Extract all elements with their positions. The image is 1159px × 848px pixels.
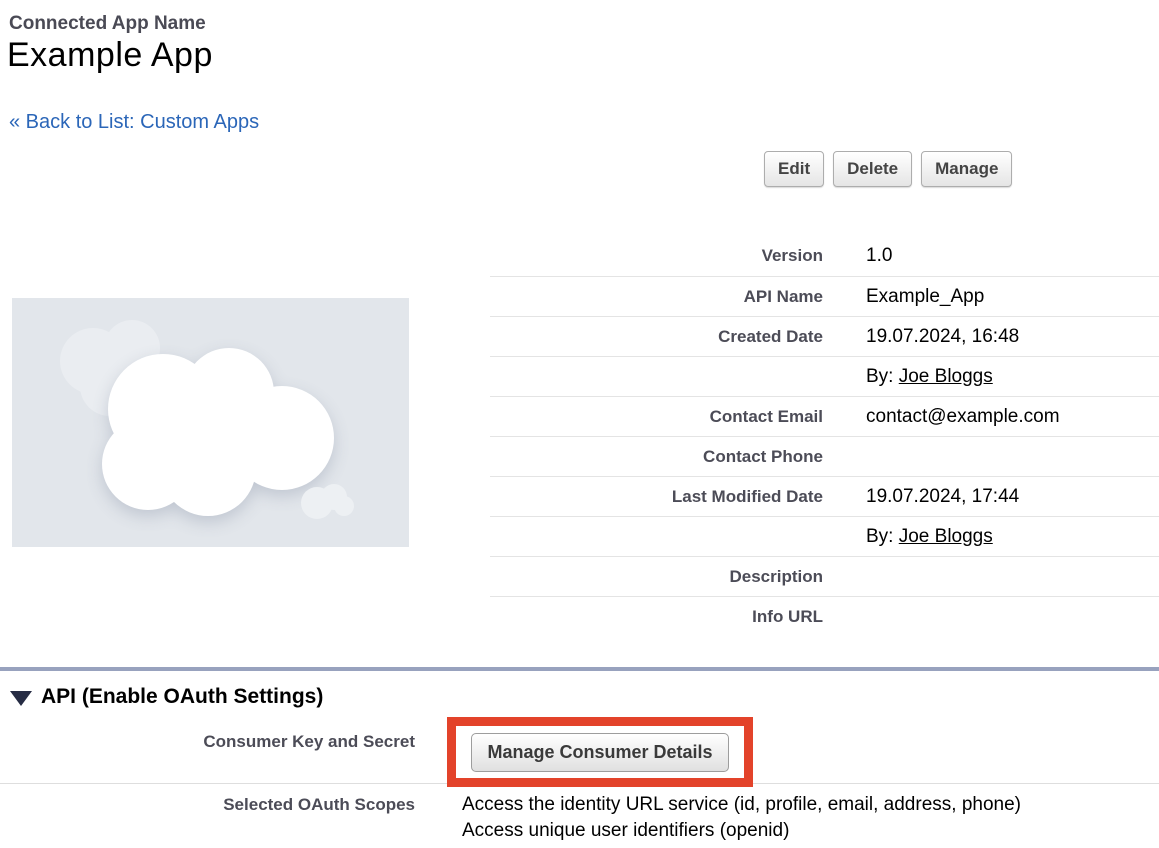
table-row: Created Date 19.07.2024, 16:48 [490, 316, 1159, 356]
app-logo-image [12, 298, 409, 547]
table-row: Version 1.0 [490, 236, 1159, 276]
oauth-scope-item: Access the identity URL service (id, pro… [462, 792, 1021, 818]
table-row: Contact Email contact@example.com [490, 396, 1159, 436]
table-row: API Name Example_App [490, 276, 1159, 316]
consumer-key-label: Consumer Key and Secret [0, 732, 415, 752]
field-label: Info URL [490, 607, 823, 627]
field-label: Contact Phone [490, 447, 823, 467]
field-label: Last Modified Date [490, 487, 823, 507]
field-label: API Name [490, 287, 823, 307]
field-value: Example_App [866, 286, 984, 308]
collapse-triangle-icon[interactable] [10, 691, 32, 706]
section-divider [0, 667, 1159, 671]
modified-by-user-link[interactable]: Joe Bloggs [899, 526, 993, 547]
toolbar: Edit Delete Manage [764, 151, 1012, 187]
field-label: Description [490, 567, 823, 587]
oauth-scopes-values: Access the identity URL service (id, pro… [462, 792, 1021, 844]
manage-consumer-details-button[interactable]: Manage Consumer Details [471, 733, 728, 772]
highlight-annotation-box: Manage Consumer Details [447, 717, 753, 787]
back-to-list-link[interactable]: « Back to List: Custom Apps [9, 111, 259, 134]
by-prefix: By: [866, 526, 899, 547]
field-value: contact@example.com [866, 406, 1060, 428]
created-by-user-link[interactable]: Joe Bloggs [899, 366, 993, 387]
field-value: 1.0 [866, 245, 892, 267]
delete-button[interactable]: Delete [833, 151, 912, 187]
page-title: Example App [7, 36, 213, 75]
field-label: Contact Email [490, 407, 823, 427]
field-value: By: Joe Bloggs [866, 526, 993, 548]
detail-table: Version 1.0 API Name Example_App Created… [490, 236, 1159, 636]
oauth-section-title: API (Enable OAuth Settings) [41, 685, 323, 709]
table-row: Last Modified Date 19.07.2024, 17:44 [490, 476, 1159, 516]
manage-button[interactable]: Manage [921, 151, 1012, 187]
table-row: By: Joe Bloggs [490, 356, 1159, 396]
field-label: Created Date [490, 327, 823, 347]
table-row: By: Joe Bloggs [490, 516, 1159, 556]
oauth-section-header: API (Enable OAuth Settings) [10, 685, 323, 709]
field-value: 19.07.2024, 17:44 [866, 486, 1019, 508]
oauth-scopes-label: Selected OAuth Scopes [0, 795, 415, 815]
table-row: Contact Phone [490, 436, 1159, 476]
connected-app-name-label: Connected App Name [9, 13, 206, 35]
field-value: By: Joe Bloggs [866, 366, 993, 388]
by-prefix: By: [866, 366, 899, 387]
oauth-scope-item: Access unique user identifiers (openid) [462, 818, 1021, 844]
table-row: Description [490, 556, 1159, 596]
edit-button[interactable]: Edit [764, 151, 824, 187]
field-value: 19.07.2024, 16:48 [866, 326, 1019, 348]
table-row: Info URL [490, 596, 1159, 636]
field-label: Version [490, 246, 823, 266]
